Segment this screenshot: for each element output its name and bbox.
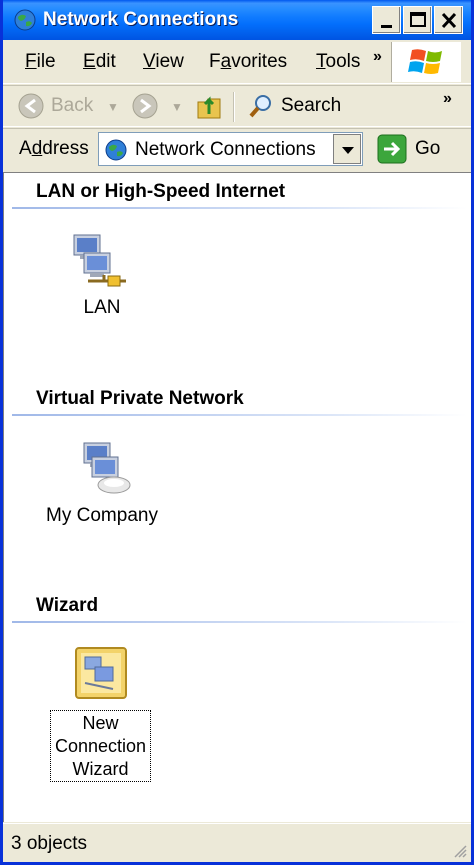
- minimize-button[interactable]: [372, 6, 401, 34]
- lan-connection-icon: [73, 234, 126, 287]
- vpn-connection-icon: [83, 442, 131, 494]
- wizard-icon: [75, 647, 127, 699]
- address-value: Network Connections: [135, 139, 316, 160]
- connection-my-company-label: My Company: [46, 505, 158, 526]
- address-label: Address: [19, 138, 89, 159]
- folder-view[interactable]: LAN or High-Speed Internet LAN Virtual P…: [3, 172, 471, 822]
- search-button[interactable]: Search: [281, 95, 341, 117]
- menu-file[interactable]: File: [25, 51, 56, 73]
- address-dropdown-button[interactable]: [333, 134, 361, 164]
- toolbar-separator: [233, 92, 235, 122]
- group-divider: [12, 621, 467, 623]
- new-connection-wizard-label[interactable]: New Connection Wizard: [50, 710, 151, 782]
- windows-logo: [391, 42, 461, 82]
- network-globe-icon: [105, 139, 127, 161]
- window-title: Network Connections: [43, 9, 239, 30]
- go-label: Go: [415, 138, 441, 159]
- menu-favorites[interactable]: Favorites: [209, 51, 287, 73]
- address-field[interactable]: Network Connections: [98, 132, 363, 166]
- back-arrow-icon[interactable]: [17, 92, 45, 120]
- resize-grip-icon[interactable]: [453, 844, 467, 858]
- back-dropdown-icon[interactable]: ▼: [107, 100, 119, 114]
- menu-edit[interactable]: Edit: [83, 51, 116, 73]
- up-folder-icon[interactable]: [195, 90, 223, 122]
- close-button[interactable]: [434, 6, 463, 34]
- go-button[interactable]: Go: [375, 133, 465, 165]
- group-divider: [12, 414, 467, 416]
- forward-arrow-icon[interactable]: [131, 92, 159, 120]
- group-header-wizard: Wizard: [36, 595, 99, 616]
- back-button[interactable]: Back: [51, 95, 93, 117]
- search-icon[interactable]: [247, 92, 275, 120]
- toolbar-overflow-chevron[interactable]: »: [443, 90, 452, 108]
- connection-my-company[interactable]: My Company: [42, 439, 162, 527]
- group-header-vpn: Virtual Private Network: [36, 388, 244, 409]
- network-connections-icon: [14, 9, 36, 31]
- go-arrow-icon: [377, 134, 407, 164]
- connection-lan[interactable]: LAN: [70, 231, 134, 319]
- group-divider: [12, 207, 467, 209]
- menu-tools[interactable]: Tools: [316, 51, 360, 73]
- new-connection-wizard[interactable]: [70, 645, 134, 708]
- maximize-button[interactable]: [403, 6, 432, 34]
- title-bar[interactable]: Network Connections: [3, 0, 471, 40]
- windows-flag-icon: [408, 49, 442, 74]
- menu-overflow-chevron[interactable]: »: [373, 48, 382, 66]
- group-header-lan: LAN or High-Speed Internet: [36, 181, 286, 202]
- menu-bar: File Edit View Favorites Tools »: [3, 40, 471, 84]
- forward-dropdown-icon[interactable]: ▼: [171, 100, 183, 114]
- chevron-down-icon: [342, 147, 354, 154]
- address-bar: Address Network Connections Go: [3, 128, 471, 170]
- standard-toolbar: Back ▼ ▼ Search »: [3, 85, 471, 127]
- menu-view[interactable]: View: [143, 51, 184, 73]
- window: Network Connections File Edit View Favor…: [0, 0, 474, 865]
- status-text: 3 objects: [11, 833, 88, 854]
- status-bar: 3 objects: [3, 823, 471, 862]
- connection-lan-label: LAN: [83, 297, 121, 318]
